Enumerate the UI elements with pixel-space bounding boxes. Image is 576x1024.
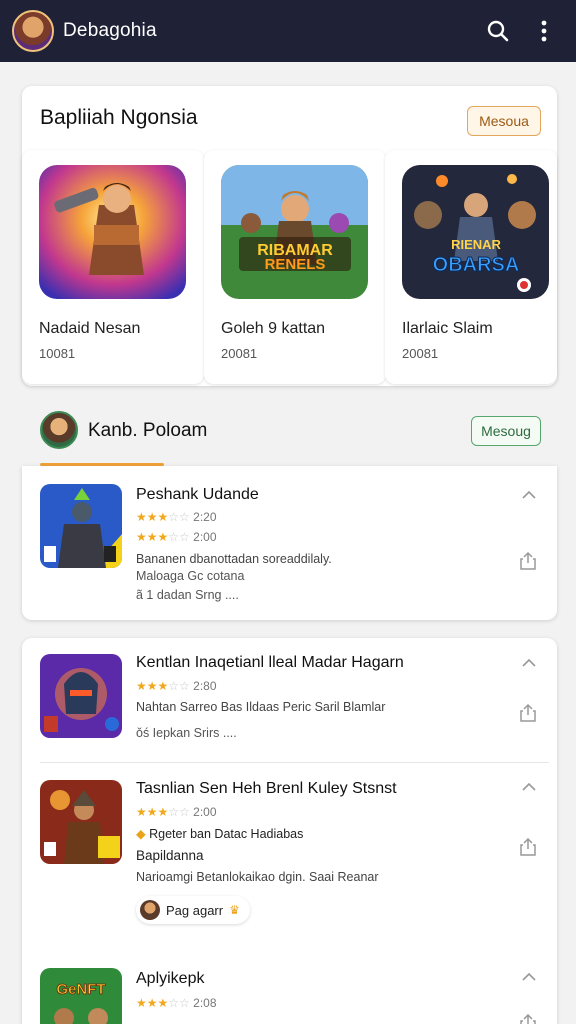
list-item[interactable]: Tasnlian Sen Heh Brenl Kuley Stsnst ★★★☆…	[22, 762, 557, 952]
item-description: Bananen dbanottadan soreaddilaly.	[136, 552, 332, 566]
share-icon[interactable]	[517, 550, 539, 572]
chevron-up-icon[interactable]	[519, 970, 539, 984]
item-title: Tasnlian Sen Heh Brenl Kuley Stsnst	[136, 780, 397, 797]
rating: ★★★☆☆ 2:08	[136, 996, 217, 1010]
rating: ★★★☆☆ 2:00	[136, 805, 217, 819]
game-thumbnail	[40, 654, 122, 738]
item-meta: ǒś Iepkan Srirs ....	[136, 726, 237, 740]
item-title: Peshank Udande	[136, 486, 259, 503]
svg-text:GeNFT: GeNFT	[56, 981, 105, 998]
section-more-button[interactable]: Mesoug	[471, 416, 541, 446]
game-art: RIENAR OBARSA	[402, 165, 549, 299]
svg-text:RIENAR: RIENAR	[451, 237, 501, 252]
rating-value: 2:00	[193, 530, 217, 544]
app-bar: Debagohia	[0, 0, 576, 62]
item-title: Kentlan Inaqetianl lleal Madar Hagarn	[136, 654, 404, 671]
section-name: Kanb. Poloam	[88, 420, 208, 441]
item-tag: ◆ Rgeter ban Datac Hadiabas	[136, 827, 304, 841]
more-vert-icon[interactable]	[524, 11, 564, 51]
chevron-up-icon[interactable]	[519, 488, 539, 502]
featured-more-button[interactable]: Mesoua	[467, 106, 541, 136]
featured-heading: Bapliiah Ngonsia	[40, 106, 198, 129]
game-art: RIBAMAR RENELS	[221, 165, 368, 299]
rating: ★★★☆☆ 2:20	[136, 510, 217, 524]
crown-icon: ♛	[229, 903, 240, 917]
app-title: Debagohia	[63, 20, 157, 41]
game-thumbnail	[40, 780, 122, 864]
share-icon[interactable]	[517, 1012, 539, 1024]
chip-label: Pag agarr	[166, 902, 224, 918]
tile-name: Goleh 9 kattan	[221, 320, 326, 337]
chevron-up-icon[interactable]	[519, 780, 539, 794]
svg-text:OBARSA: OBARSA	[433, 254, 520, 276]
rating: ★★★☆☆ 2:80	[136, 679, 217, 693]
search-icon[interactable]	[478, 11, 518, 51]
list-card: Kentlan Inaqetianl lleal Madar Hagarn ★★…	[22, 638, 557, 1024]
game-art	[39, 165, 186, 299]
svg-text:RENELS: RENELS	[265, 256, 326, 273]
list-item[interactable]: GeNFT Aplyikepk ★★★☆☆ 2:08	[22, 952, 557, 1024]
item-tag-text: Rgeter ban Datac Hadiabas	[149, 827, 304, 841]
featured-card: Bapliiah Ngonsia Mesoua Nadaid Nesan 100…	[22, 86, 557, 386]
rating-value: 2:08	[193, 996, 217, 1010]
rating: ★★★☆☆ 2:00	[136, 530, 217, 544]
item-meta: Maloaga Gc cotana	[136, 569, 245, 583]
item-meta: ã 1 dadan Srng ....	[136, 588, 239, 602]
list-item[interactable]: Kentlan Inaqetianl lleal Madar Hagarn ★★…	[22, 638, 557, 762]
chevron-up-icon[interactable]	[519, 656, 539, 670]
item-description: Narioamgi Betanlokaikao dgin. Saai Reana…	[136, 870, 379, 884]
section-avatar	[40, 411, 78, 449]
tile-name: Nadaid Nesan	[39, 320, 141, 337]
game-tile[interactable]: RIENAR OBARSA Ilarlaic Slaim 20081	[385, 150, 557, 384]
item-subtitle: Bapildanna	[136, 848, 204, 863]
game-thumbnail: GeNFT	[40, 968, 122, 1024]
list-card: Peshank Udande ★★★☆☆ 2:20 ★★★☆☆ 2:00 Ban…	[22, 466, 557, 620]
item-description: Nahtan Sarreo Bas Ildaas Peric Saril Bla…	[136, 700, 386, 714]
tile-count: 20081	[221, 346, 258, 361]
tile-count: 10081	[39, 346, 76, 361]
rating-value: 2:20	[193, 510, 217, 524]
list-item[interactable]: Peshank Udande ★★★☆☆ 2:20 ★★★☆☆ 2:00 Ban…	[22, 466, 557, 620]
tile-count: 20081	[402, 346, 439, 361]
game-tile[interactable]: RIBAMAR RENELS Goleh 9 kattan 20081	[204, 150, 386, 384]
game-thumbnail	[40, 484, 122, 568]
rating-value: 2:00	[193, 805, 217, 819]
user-chip[interactable]: Pag agarr ♛	[136, 896, 250, 924]
tile-name: Ilarlaic Slaim	[402, 320, 493, 337]
share-icon[interactable]	[517, 836, 539, 858]
profile-avatar[interactable]	[12, 10, 54, 52]
rating-value: 2:80	[193, 679, 217, 693]
share-icon[interactable]	[517, 702, 539, 724]
avatar	[140, 900, 160, 920]
item-title: Aplyikepk	[136, 970, 205, 987]
section-header: Kanb. Poloam Mesoug	[22, 400, 557, 466]
game-tile[interactable]: Nadaid Nesan 10081	[22, 150, 204, 384]
